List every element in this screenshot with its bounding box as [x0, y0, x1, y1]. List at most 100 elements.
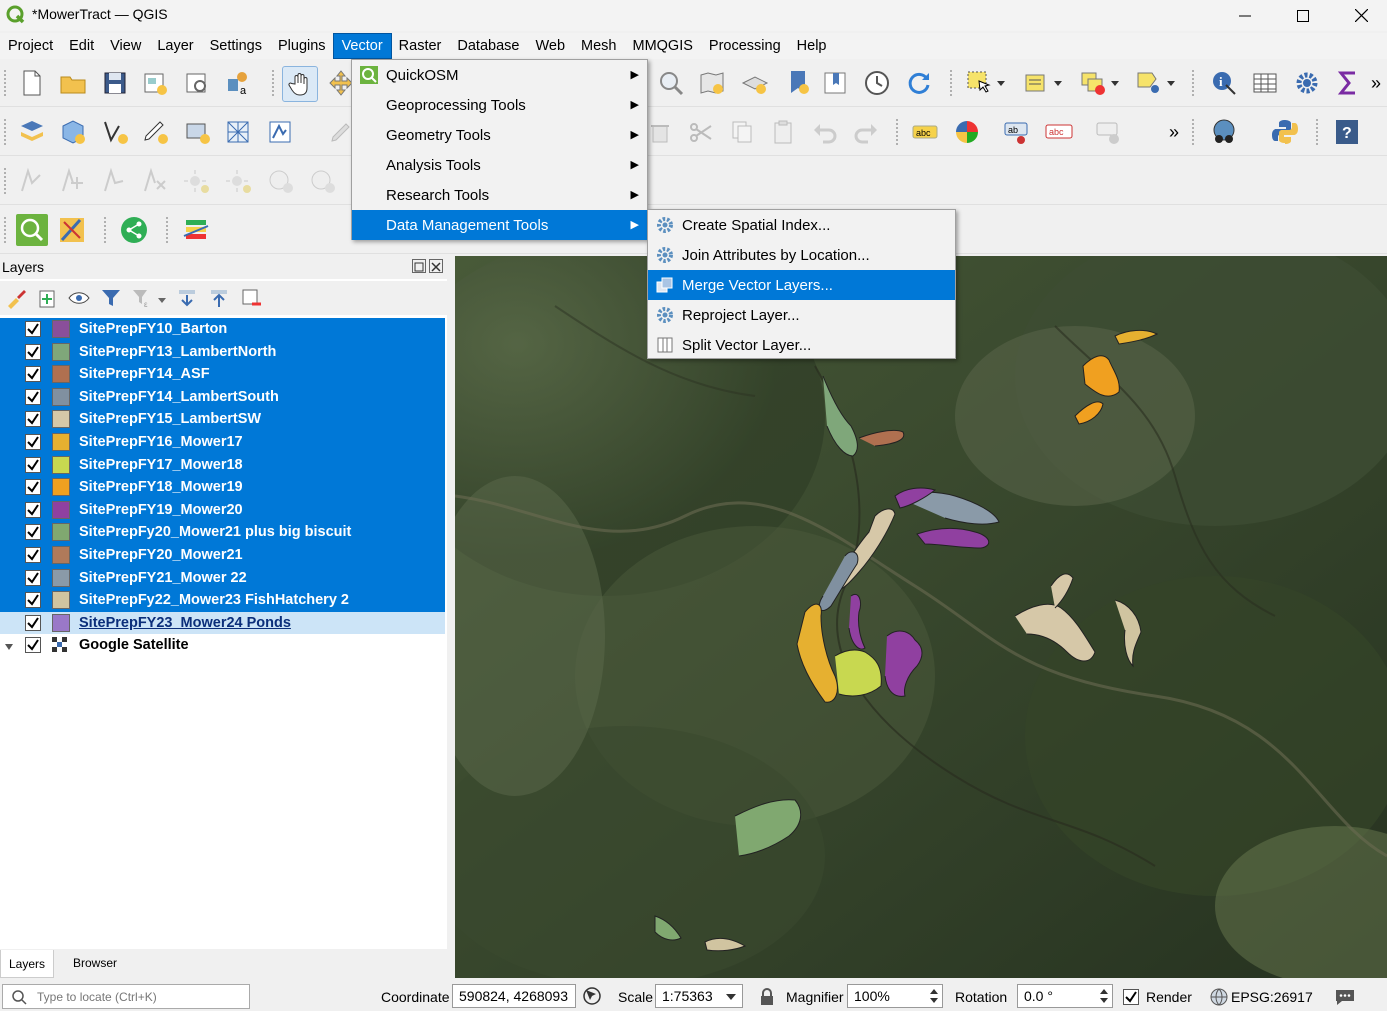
- new-3d-view-button[interactable]: [740, 68, 770, 98]
- filter-by-expression-button[interactable]: ε: [131, 287, 153, 309]
- layer-row-current[interactable]: SitePrepFY23_Mower24 Ponds: [0, 611, 445, 635]
- new-project-button[interactable]: [17, 68, 47, 98]
- layer-row[interactable]: SitePrepFY21_Mower 22: [0, 566, 445, 590]
- select-by-value-button[interactable]: [1021, 68, 1051, 98]
- digitize-tool-6[interactable]: [224, 166, 254, 196]
- scale-combobox[interactable]: 1:75363: [655, 984, 743, 1008]
- digitize-tool-3[interactable]: [100, 166, 130, 196]
- deselect-dropdown-arrow[interactable]: [1108, 68, 1122, 98]
- select-location-dropdown-arrow[interactable]: [1164, 68, 1178, 98]
- menu-raster[interactable]: Raster: [391, 34, 450, 58]
- panel-splitter[interactable]: [447, 254, 455, 979]
- open-project-button[interactable]: [58, 68, 88, 98]
- menu-item-research-tools[interactable]: Research Tools ▶: [352, 180, 647, 210]
- layer-visibility-checkbox[interactable]: [25, 546, 41, 563]
- select-by-location-button[interactable]: [1134, 68, 1164, 98]
- python-console-button[interactable]: [1270, 117, 1300, 147]
- tab-browser[interactable]: Browser: [60, 950, 130, 976]
- layer-row[interactable]: SitePrepFY10_Barton: [0, 318, 445, 341]
- share-button[interactable]: [119, 215, 149, 245]
- locator-bar[interactable]: Type to locate (Ctrl+K): [2, 984, 250, 1009]
- toolbar-overflow-button-2[interactable]: »: [1164, 117, 1184, 147]
- toolbar-grip[interactable]: [4, 217, 8, 243]
- help-contents-button[interactable]: ?: [1332, 117, 1362, 147]
- layer-symbol-swatch[interactable]: [52, 478, 70, 497]
- crs-button[interactable]: [1209, 987, 1229, 1007]
- layer-symbol-swatch[interactable]: [52, 320, 70, 338]
- toolbar-grip[interactable]: [1316, 119, 1320, 145]
- cut-features-button[interactable]: [686, 117, 716, 147]
- processing-toolbox-button[interactable]: [1292, 68, 1322, 98]
- layer-row[interactable]: SitePrepFy22_Mower23 FishHatchery 2: [0, 589, 445, 612]
- render-checkbox[interactable]: [1123, 989, 1139, 1005]
- menu-item-data-management-tools[interactable]: Data Management Tools ▶: [352, 210, 647, 240]
- toolbar-grip[interactable]: [166, 217, 170, 243]
- filter-dropdown-arrow[interactable]: [157, 292, 167, 303]
- menu-item-merge-vector-layers[interactable]: Merge Vector Layers...: [648, 270, 955, 300]
- menu-processing[interactable]: Processing: [701, 34, 789, 58]
- layer-visibility-checkbox[interactable]: [25, 343, 41, 360]
- delete-selected-button[interactable]: [645, 117, 675, 147]
- menu-project[interactable]: Project: [0, 34, 61, 58]
- select-features-button[interactable]: [964, 68, 994, 98]
- menu-layer[interactable]: Layer: [149, 34, 201, 58]
- layer-symbol-swatch[interactable]: [52, 591, 70, 610]
- toggle-extents-button[interactable]: [582, 986, 602, 1006]
- new-map-view-button[interactable]: [697, 68, 727, 98]
- toolbar-grip[interactable]: [4, 119, 8, 145]
- basemap-row[interactable]: Google Satellite: [0, 634, 445, 657]
- new-mesh-layer-button[interactable]: [224, 117, 254, 147]
- paste-features-button[interactable]: [769, 117, 799, 147]
- rotation-spinbox[interactable]: 0.0 °: [1017, 984, 1113, 1008]
- menu-item-reproject-layer[interactable]: Reproject Layer...: [648, 300, 955, 330]
- show-hide-labels-button[interactable]: abc: [1044, 117, 1074, 147]
- new-bookmark-button[interactable]: [783, 68, 813, 98]
- plugin-tool-button[interactable]: [56, 214, 88, 246]
- metasearch-button[interactable]: [1209, 117, 1239, 147]
- new-virtual-layer-button[interactable]: [182, 117, 212, 147]
- layer-row[interactable]: SitePrepFY19_Mower20: [0, 498, 445, 522]
- menu-plugins[interactable]: Plugins: [270, 34, 334, 58]
- menu-item-geometry-tools[interactable]: Geometry Tools ▶: [352, 120, 647, 150]
- menu-item-quickosm[interactable]: QuickOSM ▶: [352, 60, 647, 90]
- float-panel-button[interactable]: [412, 259, 426, 273]
- layer-row[interactable]: SitePrepFY14_ASF: [0, 363, 445, 386]
- new-geopackage-layer-button[interactable]: [58, 117, 88, 147]
- layer-visibility-checkbox[interactable]: [25, 614, 41, 631]
- layer-visibility-checkbox[interactable]: [25, 501, 41, 518]
- pin-labels-button[interactable]: ab: [1002, 117, 1032, 147]
- layer-row[interactable]: SitePrepFY15_LambertSW: [0, 408, 445, 431]
- lock-scale-button[interactable]: [759, 988, 775, 1006]
- deselect-features-button[interactable]: [1078, 68, 1108, 98]
- menu-help[interactable]: Help: [789, 34, 835, 58]
- style-manager-button[interactable]: a: [223, 68, 253, 98]
- layer-visibility-checkbox[interactable]: [25, 479, 41, 496]
- new-spatialite-layer-button[interactable]: [266, 117, 296, 147]
- close-button[interactable]: [1332, 0, 1387, 31]
- layer-symbol-swatch[interactable]: [52, 523, 70, 542]
- identify-features-button[interactable]: i: [1209, 68, 1239, 98]
- layer-visibility-checkbox[interactable]: [25, 433, 41, 450]
- layer-symbol-swatch[interactable]: [52, 342, 70, 361]
- new-temporary-layer-button[interactable]: [140, 117, 170, 147]
- menu-mmqgis[interactable]: MMQGIS: [625, 34, 701, 58]
- layer-row[interactable]: SitePrepFY14_LambertSouth: [0, 385, 445, 409]
- digitize-tool-2[interactable]: [58, 166, 88, 196]
- quickosm-button[interactable]: [16, 214, 48, 246]
- toolbar-grip[interactable]: [1192, 119, 1196, 145]
- layer-visibility-checkbox[interactable]: [25, 569, 41, 586]
- toolbar-overflow-button[interactable]: »: [1366, 68, 1386, 98]
- redo-button[interactable]: [851, 117, 881, 147]
- menu-item-join-attributes-by-location[interactable]: Join Attributes by Location...: [648, 240, 955, 270]
- layer-symbol-swatch[interactable]: [52, 545, 70, 564]
- layer-visibility-checkbox[interactable]: [25, 524, 41, 541]
- layer-symbol-swatch[interactable]: [52, 365, 70, 384]
- select-dropdown-arrow[interactable]: [994, 68, 1008, 98]
- temporal-controller-button[interactable]: [862, 68, 892, 98]
- layer-symbol-swatch[interactable]: [52, 568, 70, 587]
- layer-symbol-swatch[interactable]: [52, 410, 70, 429]
- menu-item-split-vector-layer[interactable]: Split Vector Layer...: [648, 330, 955, 360]
- tab-layers[interactable]: Layers: [0, 950, 54, 978]
- digitize-tool-1[interactable]: [17, 166, 47, 196]
- magnifier-spinbox[interactable]: 100%: [847, 984, 943, 1008]
